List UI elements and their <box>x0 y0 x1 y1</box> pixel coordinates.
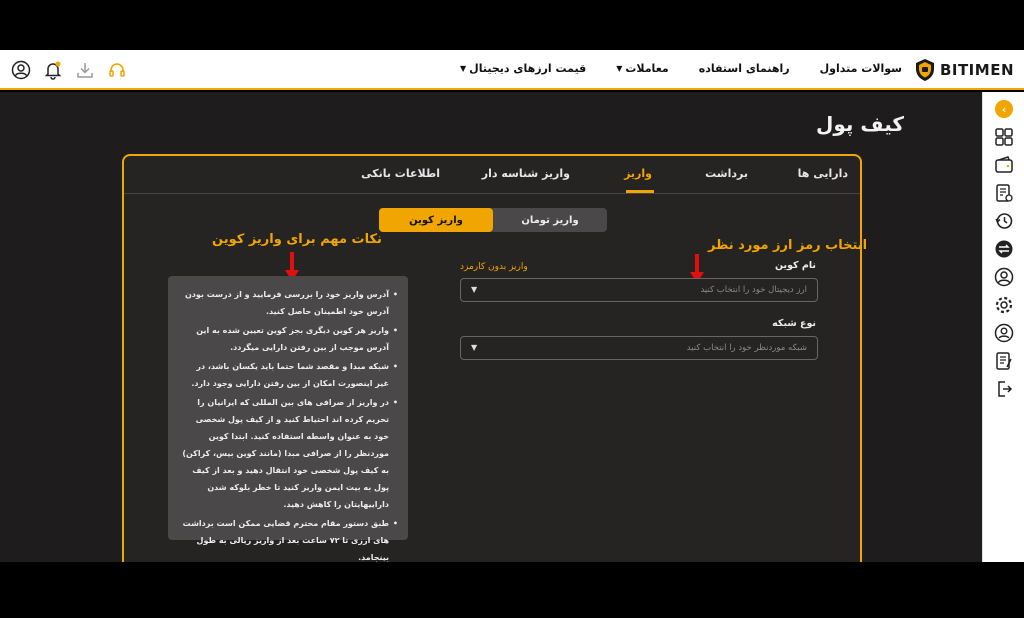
verify-icon[interactable] <box>993 322 1015 344</box>
collapse-icon[interactable]: ‹ <box>995 100 1013 118</box>
nav-trades[interactable]: معاملات ▼ <box>616 62 669 75</box>
user-icon[interactable] <box>10 59 32 81</box>
top-navbar: قیمت ارزهای دیجیتال ▼ معاملات ▼ راهنمای اس… <box>0 50 1024 90</box>
notes-annotation: نکات مهم برای واریز کوین <box>212 232 382 247</box>
coin-select-placeholder: ارز دیجیتال خود را انتخاب کنید <box>700 285 807 295</box>
logo-shield-icon <box>915 59 934 81</box>
logo[interactable]: BITIMEN <box>914 58 1014 82</box>
network-select[interactable]: شبکه موردنظر خود را انتخاب کنید ▼ <box>460 336 818 360</box>
nav-guide-label: راهنمای استفاده <box>698 62 790 75</box>
top-margin <box>0 0 1024 50</box>
nav-faq-label: سوالات متداول <box>819 62 902 75</box>
toman-deposit-button[interactable]: واریز تومان <box>493 208 607 232</box>
note-item: واریز هر کوین دیگری بجز کوین تعیین شده ب… <box>180 322 398 356</box>
main-nav: قیمت ارزهای دیجیتال ▼ معاملات ▼ راهنمای اس… <box>460 62 902 75</box>
right-sidebar: ‹ <box>982 92 1024 562</box>
headset-icon[interactable] <box>106 59 128 81</box>
note-item: شبکه مبدا و مقصد شما حتما باید یکسان باش… <box>180 358 398 392</box>
nav-guide[interactable]: راهنمای استفاده <box>699 62 790 75</box>
tab-assets[interactable]: دارایی ها <box>798 167 848 180</box>
history-icon[interactable] <box>993 210 1015 232</box>
active-tab-indicator <box>626 190 654 193</box>
exchange-icon[interactable] <box>993 238 1015 260</box>
bottom-margin <box>0 562 1024 618</box>
chevron-down-icon: ▼ <box>471 285 478 294</box>
nav-faq[interactable]: سوالات متداول <box>820 62 902 75</box>
settings-icon[interactable] <box>993 294 1015 316</box>
chevron-down-icon: ▼ <box>460 64 467 73</box>
note-item: آدرس واریز خود را بررسی فرمایید و از درس… <box>180 286 398 320</box>
fee-free-deposit-link[interactable]: واریز بدون کارمزد <box>460 262 528 272</box>
select-coin-annotation: انتخاب رمز ارز مورد نظر <box>708 238 868 253</box>
nav-trades-label: معاملات <box>625 62 669 75</box>
wallet-card: دارایی ها برداشت واریز واریز شناسه دار ا… <box>122 154 867 574</box>
tab-deposit[interactable]: واریز <box>624 167 652 180</box>
chevron-down-icon: ▼ <box>471 343 478 352</box>
logo-text: BITIMEN <box>939 61 1014 79</box>
coin-select[interactable]: ارز دیجیتال خود را انتخاب کنید ▼ <box>460 278 818 302</box>
deposit-notes-box: آدرس واریز خود را بررسی فرمایید و از درس… <box>168 276 408 562</box>
profile-icon[interactable] <box>993 266 1015 288</box>
coin-name-label: نام کوین <box>774 260 816 271</box>
wallet-tabs: دارایی ها برداشت واریز واریز شناسه دار ا… <box>124 156 860 194</box>
header-actions <box>10 59 128 81</box>
logout-icon[interactable] <box>993 378 1015 400</box>
note-item: طبق دستور مقام محترم قضایی ممکن است بردا… <box>180 515 398 566</box>
orders-icon[interactable] <box>993 182 1015 204</box>
tab-withdraw[interactable]: برداشت <box>705 167 748 180</box>
dashboard-icon[interactable] <box>993 126 1015 148</box>
tab-id-deposit[interactable]: واریز شناسه دار <box>482 167 570 180</box>
report-icon[interactable] <box>993 350 1015 372</box>
nav-crypto-prices-label: قیمت ارزهای دیجیتال <box>469 62 587 75</box>
network-label: نوع شبکه <box>772 318 816 329</box>
wallet-icon[interactable] <box>993 154 1015 176</box>
note-item: در واریز از صرافی های بین المللی که ایرا… <box>180 394 398 513</box>
coin-deposit-button[interactable]: واریز کوین <box>379 208 493 232</box>
bell-icon[interactable] <box>42 59 64 81</box>
nav-crypto-prices[interactable]: قیمت ارزهای دیجیتال ▼ <box>460 62 586 75</box>
tab-bank-info[interactable]: اطلاعات بانکی <box>361 167 440 180</box>
download-icon[interactable] <box>74 59 96 81</box>
page-title: کیف پول <box>816 112 904 136</box>
network-select-placeholder: شبکه موردنظر خود را انتخاب کنید <box>686 343 807 353</box>
deposit-type-switch: واریز کوین واریز تومان <box>379 208 607 232</box>
chevron-down-icon: ▼ <box>616 64 623 73</box>
